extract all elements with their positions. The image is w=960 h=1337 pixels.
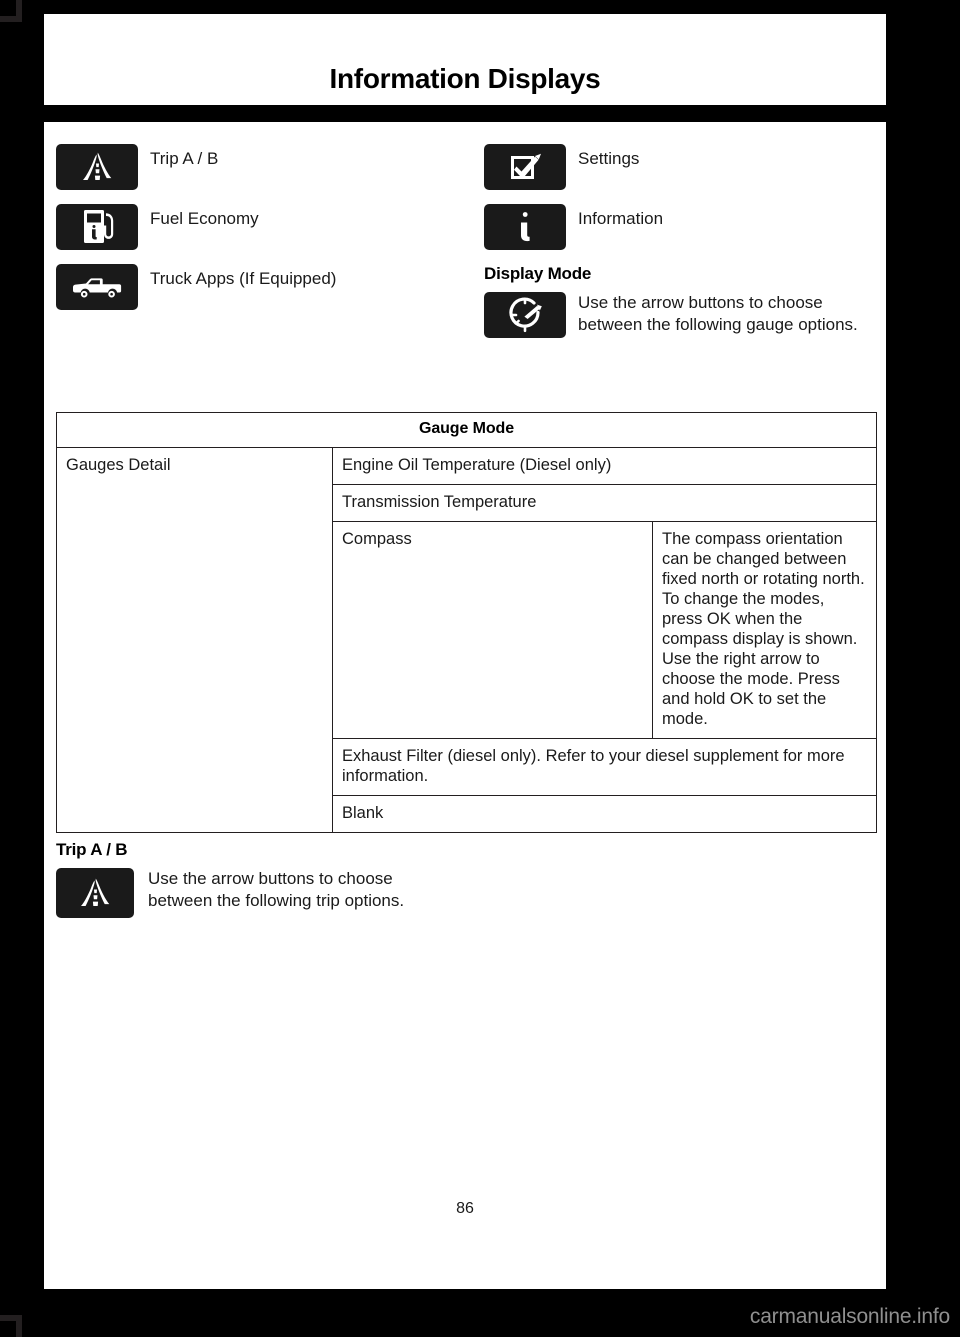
crop-mark-bottom-left bbox=[0, 1315, 22, 1337]
gauge-mode-table-wrap: Gauge Mode Gauges Detail Engine Oil Temp… bbox=[56, 412, 877, 833]
table-header-gauge-mode: Gauge Mode bbox=[56, 412, 877, 448]
gauge-mode-table: Gauge Mode Gauges Detail Engine Oil Temp… bbox=[56, 412, 877, 833]
table-cell-option: Transmission Temperature bbox=[332, 484, 877, 522]
table-cell-option: Compass bbox=[332, 521, 653, 739]
trip-section-text: Use the arrow buttons to choose between … bbox=[148, 869, 405, 910]
list-item[interactable]: Settings bbox=[484, 144, 884, 190]
trip-section-item: Use the arrow buttons to choose between … bbox=[56, 868, 656, 918]
list-item-label: Truck Apps (If Equipped) bbox=[150, 269, 337, 288]
right-column: Settings Information Display Mode Use th… bbox=[484, 144, 884, 338]
pickup-truck-icon bbox=[56, 264, 138, 310]
list-item-label: Trip A / B bbox=[150, 149, 219, 168]
table-cell-option: Engine Oil Temperature (Diesel only) bbox=[332, 447, 877, 485]
table-cell-option: Exhaust Filter (diesel only). Refer to y… bbox=[332, 738, 877, 796]
display-mode-heading: Display Mode bbox=[484, 264, 592, 283]
table-cell-gauges-detail: Gauges Detail bbox=[56, 447, 333, 833]
list-item[interactable]: Information bbox=[484, 204, 884, 250]
left-column: Trip A / B Fuel Economy Truck Apps (If E… bbox=[56, 144, 476, 324]
trip-section: Trip A / B Use the arrow buttons to choo… bbox=[56, 840, 656, 918]
page-header-band: Information Displays bbox=[44, 14, 886, 105]
list-item[interactable]: Fuel Economy bbox=[56, 204, 476, 250]
list-item-label: Fuel Economy bbox=[150, 209, 259, 228]
list-item[interactable]: Truck Apps (If Equipped) bbox=[56, 264, 476, 310]
table-cell-option: Blank bbox=[332, 795, 877, 833]
crop-mark-top-left bbox=[0, 0, 22, 22]
information-i-icon bbox=[484, 204, 566, 250]
page-body: Trip A / B Fuel Economy Truck Apps (If E… bbox=[44, 122, 886, 1289]
trip-section-heading: Trip A / B bbox=[56, 840, 128, 859]
watermark: carmanualsonline.info bbox=[749, 1305, 950, 1328]
list-item-label: Settings bbox=[578, 149, 640, 168]
display-mode-text: Use the arrow buttons to choose between … bbox=[578, 293, 858, 334]
road-trip-icon bbox=[56, 144, 138, 190]
list-item-label: Information bbox=[578, 209, 664, 228]
gauge-speedometer-icon bbox=[484, 292, 566, 338]
list-item[interactable]: Trip A / B bbox=[56, 144, 476, 190]
page-number: 86 bbox=[456, 1200, 474, 1217]
fuel-pump-information-icon bbox=[56, 204, 138, 250]
checkbox-pen-settings-icon bbox=[484, 144, 566, 190]
table-row: Gauges Detail Engine Oil Temperature (Di… bbox=[56, 447, 877, 833]
table-header-row: Gauge Mode bbox=[56, 412, 877, 448]
table-cell-note: The compass orientation can be changed b… bbox=[652, 521, 877, 739]
road-trip-icon bbox=[56, 868, 134, 918]
page-title: Information Displays bbox=[329, 63, 601, 94]
display-mode-item: Use the arrow buttons to choose between … bbox=[484, 292, 884, 338]
